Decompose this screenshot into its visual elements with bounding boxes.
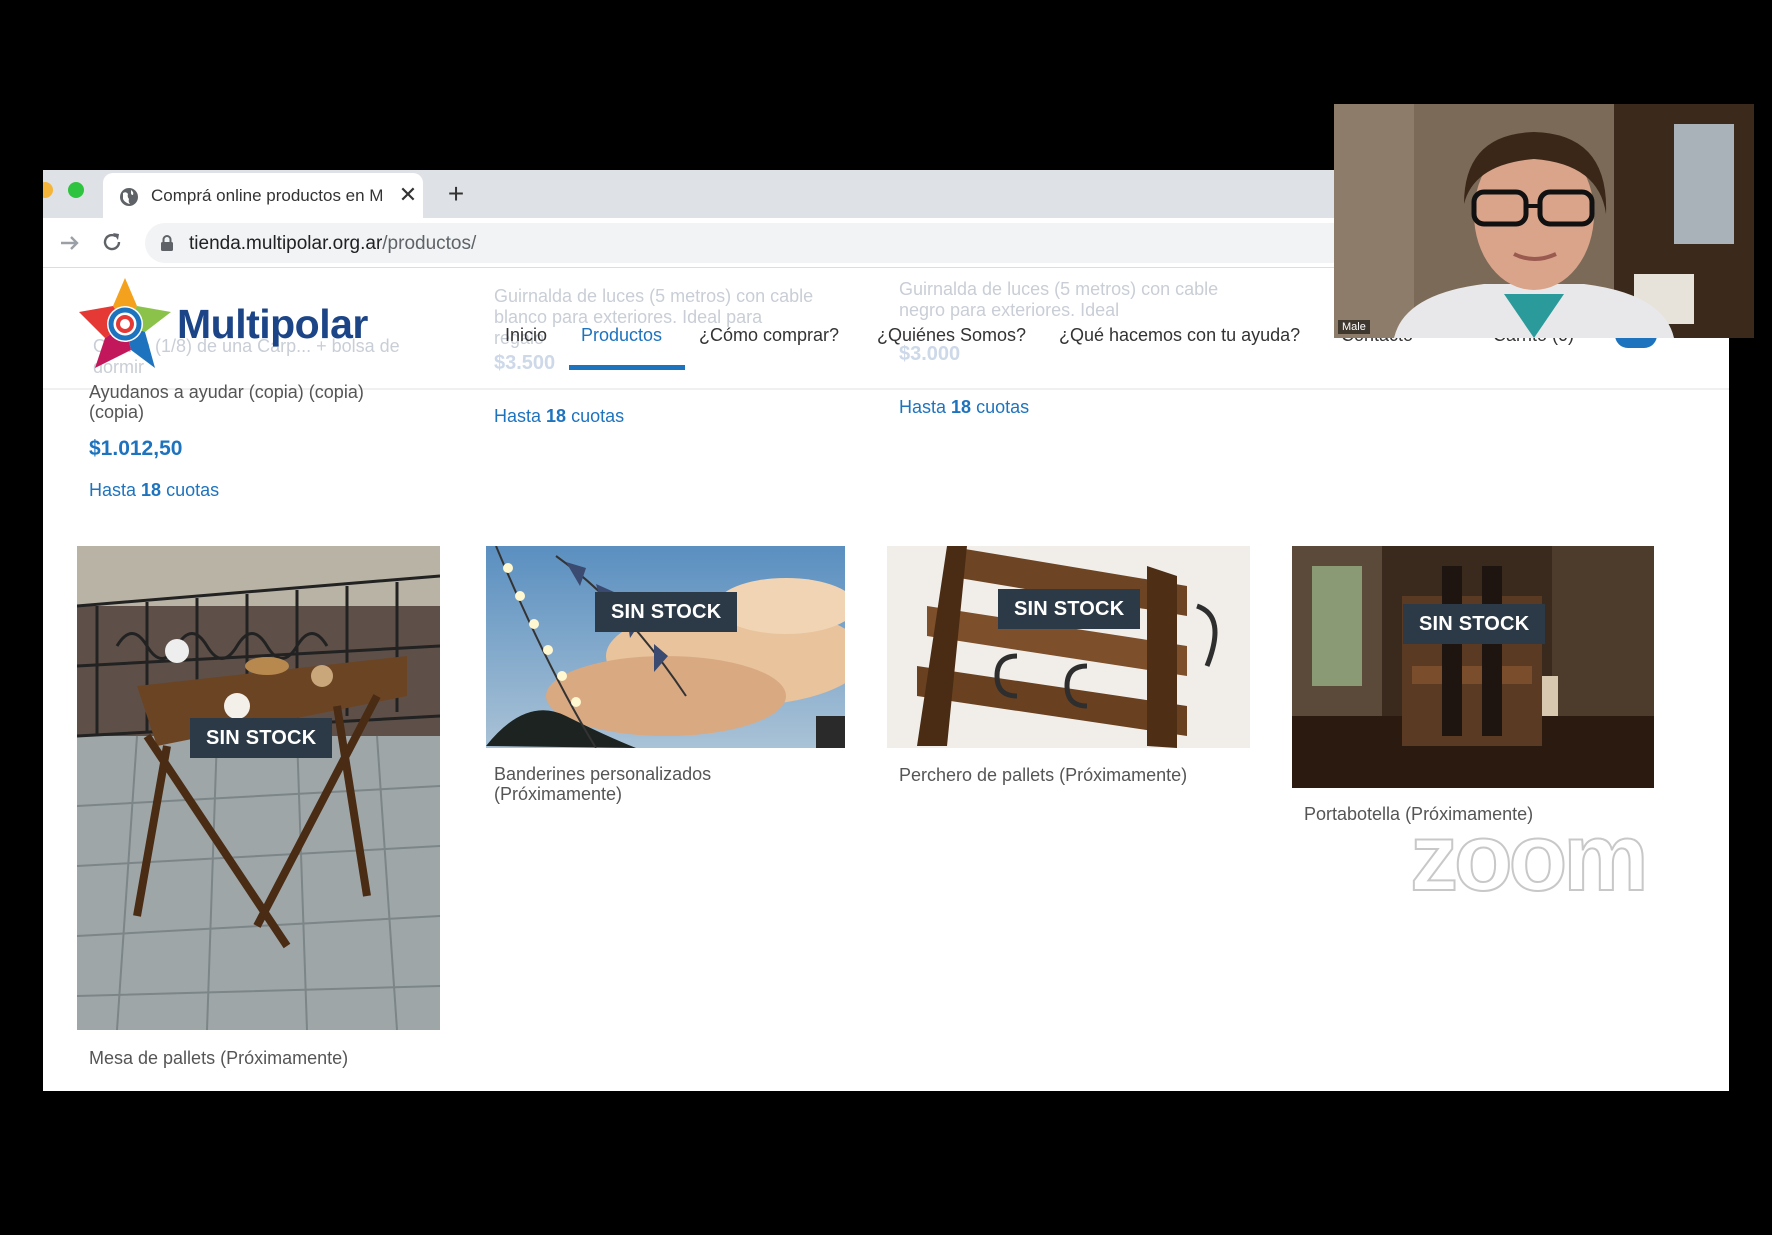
installments-count: 18	[546, 406, 567, 426]
sin-stock-badge: SIN STOCK	[190, 718, 333, 758]
nav-productos[interactable]: Productos	[581, 325, 662, 346]
multipolar-logo-icon[interactable]	[75, 276, 175, 372]
reload-icon[interactable]	[99, 229, 125, 255]
screen: Comprá online productos en M ✕ + tienda.…	[0, 0, 1772, 1235]
installments-suffix: cuotas	[571, 406, 625, 426]
installments-count: 18	[141, 480, 162, 500]
active-nav-underline	[569, 365, 685, 370]
sin-stock-badge: SIN STOCK	[1403, 604, 1546, 644]
participant-video-frame	[1334, 104, 1754, 338]
forward-icon[interactable]	[57, 230, 83, 256]
url-path: /productos/	[382, 233, 477, 254]
minimize-window-button[interactable]	[43, 182, 53, 198]
product-image-banderines[interactable]: SIN STOCK	[486, 546, 845, 748]
participant-video: Male	[1334, 104, 1754, 338]
logo-wordmark[interactable]: Multipolar	[177, 301, 368, 348]
sin-stock-badge: SIN STOCK	[998, 589, 1141, 629]
participant-name-label: Male	[1338, 320, 1370, 334]
sin-stock-badge: SIN STOCK	[595, 592, 738, 632]
url-text: tienda.multipolar.org.ar/productos/	[189, 233, 476, 255]
url-host: tienda.multipolar.org.ar	[189, 233, 383, 254]
nav-inicio[interactable]: Inicio	[505, 325, 547, 346]
product-image-portabotella[interactable]: SIN STOCK	[1292, 546, 1654, 788]
installments-suffix: cuotas	[166, 480, 220, 500]
nav-quienes-somos[interactable]: ¿Quiénes Somos?	[877, 325, 1026, 346]
product-name[interactable]: Ayudanos a ayudar (copia) (copia) (copia…	[89, 382, 419, 422]
tab-title: Comprá online productos en M	[151, 186, 384, 205]
installments-prefix: Hasta	[494, 406, 542, 426]
product-name[interactable]: Banderines personalizados (Próximamente)	[494, 764, 814, 804]
product-price: $1.012,50	[89, 437, 183, 460]
product-name[interactable]: Perchero de pallets (Próximamente)	[899, 765, 1229, 785]
nav-que-hacemos[interactable]: ¿Qué hacemos con tu ayuda?	[1059, 325, 1300, 346]
installments-prefix: Hasta	[89, 480, 137, 500]
product-name[interactable]: Mesa de pallets (Próximamente)	[89, 1048, 419, 1068]
product-image-perchero[interactable]: SIN STOCK	[887, 546, 1250, 748]
installments-count: 18	[951, 397, 972, 417]
new-tab-button[interactable]: +	[441, 180, 471, 210]
installments-text: Hasta 18 cuotas	[89, 480, 219, 501]
installments-text: Hasta 18 cuotas	[899, 397, 1029, 418]
store-page: Octavo (1/8) de una Carp... + bolsa de d…	[43, 268, 1729, 1091]
globe-icon	[120, 188, 138, 206]
installments-prefix: Hasta	[899, 397, 947, 417]
close-tab-icon[interactable]: ✕	[395, 182, 421, 208]
browser-tab[interactable]: Comprá online productos en M ✕	[103, 173, 423, 218]
product-image-mesa[interactable]: SIN STOCK	[77, 546, 440, 1030]
lock-icon	[161, 235, 173, 251]
maximize-window-button[interactable]	[68, 182, 84, 198]
nav-como-comprar[interactable]: ¿Cómo comprar?	[699, 325, 839, 346]
installments-text: Hasta 18 cuotas	[494, 406, 624, 427]
zoom-watermark: zoom	[1409, 803, 1650, 912]
installments-suffix: cuotas	[976, 397, 1030, 417]
